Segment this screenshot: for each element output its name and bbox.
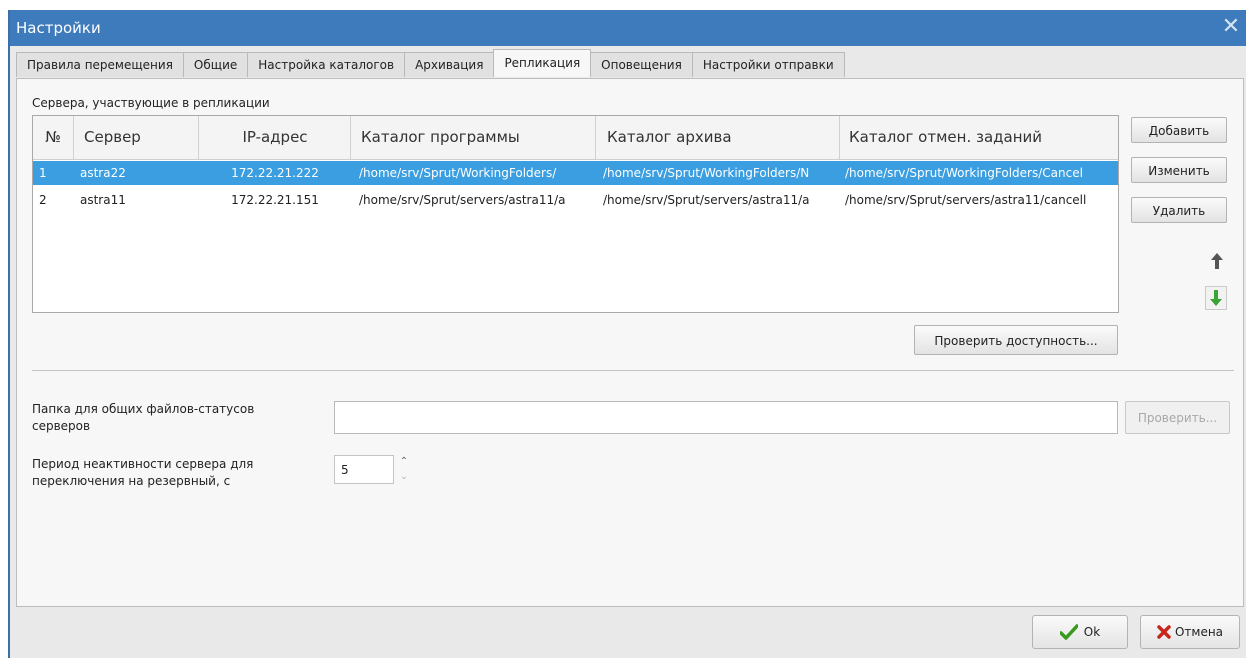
table-row[interactable]: 1 astra22 172.22.21.222 /home/srv/Sprut/… [33, 161, 1118, 185]
check-folder-button[interactable]: Проверить... [1125, 401, 1230, 434]
cancel-label: Отмена [1174, 625, 1224, 639]
cell-ip: 172.22.21.151 [231, 193, 319, 207]
status-folder-label-line2: серверов [32, 419, 91, 433]
window-title: Настройки [16, 19, 101, 37]
cell-cancel-dir: /home/srv/Sprut/WorkingFolders/Cancel [845, 166, 1083, 180]
tab-catalogs[interactable]: Настройка каталогов [247, 52, 406, 77]
cell-program-dir: /home/srv/Sprut/WorkingFolders/ [359, 166, 557, 180]
tab-send-settings[interactable]: Настройки отправки [691, 52, 845, 77]
inactivity-label: Период неактивности сервера для переключ… [32, 456, 253, 490]
tab-general[interactable]: Общие [182, 52, 249, 77]
cell-archive-dir: /home/srv/Sprut/WorkingFolders/N [603, 166, 810, 180]
inactivity-spinbox[interactable]: 5 ⌃ ⌄ [334, 455, 414, 484]
divider [32, 370, 1234, 371]
x-icon [1157, 625, 1171, 639]
col-archive-dir[interactable]: Каталог архива [597, 116, 840, 159]
cell-server: astra11 [80, 193, 126, 207]
table-header: № Сервер IP-адрес Каталог программы Ката… [33, 116, 1118, 160]
cell-num: 1 [39, 166, 47, 180]
status-folder-label-line1: Папка для общих файлов-статусов [32, 402, 255, 416]
cell-server: astra22 [80, 166, 126, 180]
ok-button[interactable]: Ok [1032, 615, 1128, 649]
col-program-dir[interactable]: Каталог программы [351, 116, 596, 159]
inactivity-label-line2: переключения на резервный, с [32, 474, 231, 488]
edit-server-button[interactable]: Изменить [1131, 157, 1227, 183]
status-folder-input[interactable] [334, 401, 1118, 434]
check-icon [1059, 624, 1078, 640]
col-server[interactable]: Сервер [74, 116, 199, 159]
table-row[interactable]: 2 astra11 172.22.21.151 /home/srv/Sprut/… [33, 188, 1118, 212]
delete-server-button[interactable]: Удалить [1131, 197, 1227, 223]
tab-replication[interactable]: Репликация [493, 49, 592, 77]
cell-archive-dir: /home/srv/Sprut/servers/astra11/a [603, 193, 810, 207]
cell-cancel-dir: /home/srv/Sprut/servers/astra11/cancell [845, 193, 1087, 207]
inactivity-value[interactable]: 5 [334, 455, 394, 484]
status-folder-label: Папка для общих файлов-статусов серверов [32, 401, 254, 435]
tab-bar: Правила перемещения Общие Настройка ката… [16, 49, 845, 78]
tab-move-rules[interactable]: Правила перемещения [16, 52, 184, 77]
check-availability-button[interactable]: Проверить доступность... [914, 325, 1118, 355]
close-icon[interactable]: ✕ [1220, 16, 1242, 38]
cell-ip: 172.22.21.222 [231, 166, 319, 180]
arrow-up-icon[interactable] [1208, 250, 1226, 272]
servers-section-label: Сервера, участвующие в репликации [32, 96, 270, 110]
spin-up-icon[interactable]: ⌃ [396, 455, 412, 469]
cancel-button[interactable]: Отмена [1140, 615, 1240, 649]
col-num[interactable]: № [33, 116, 74, 159]
col-cancel-dir[interactable]: Каталог отмен. заданий [841, 116, 1118, 159]
title-bar: Настройки ✕ [10, 10, 1246, 46]
cell-program-dir: /home/srv/Sprut/servers/astra11/a [359, 193, 566, 207]
tab-archiving[interactable]: Архивация [404, 52, 495, 77]
tab-notifications[interactable]: Оповещения [590, 52, 693, 77]
arrow-down-icon[interactable] [1205, 286, 1227, 310]
inactivity-label-line1: Период неактивности сервера для [32, 457, 254, 471]
cell-num: 2 [39, 193, 47, 207]
add-server-button[interactable]: Добавить [1131, 117, 1227, 143]
ok-label: Ok [1083, 625, 1101, 639]
servers-table[interactable]: № Сервер IP-адрес Каталог программы Ката… [32, 115, 1119, 313]
col-ip[interactable]: IP-адрес [200, 116, 351, 159]
spin-down-icon[interactable]: ⌄ [396, 470, 412, 484]
